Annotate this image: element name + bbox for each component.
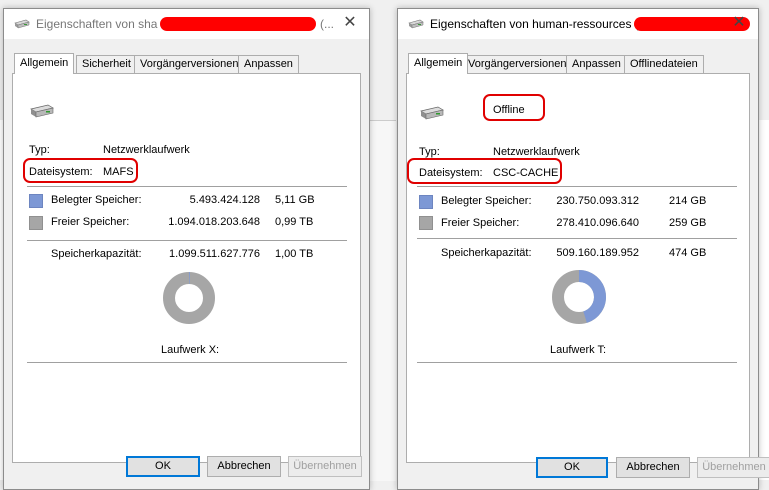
separator xyxy=(27,186,347,187)
window-title: Eigenschaften von sha xyxy=(36,17,157,31)
type-value: Netzwerklaufwerk xyxy=(103,144,190,156)
properties-dialog-left: Eigenschaften von sha (... ✕ Allgemein S… xyxy=(3,8,370,490)
tab-anpassen[interactable]: Anpassen xyxy=(238,55,299,73)
tab-allgemein[interactable]: Allgemein xyxy=(408,53,468,74)
general-panel: Typ: Netzwerklaufwerk Dateisystem: MAFS … xyxy=(12,73,361,463)
background-window-middle xyxy=(368,120,396,481)
drive-letter-label: Laufwerk X: xyxy=(161,344,219,356)
apply-button[interactable]: Übernehmen xyxy=(288,456,362,477)
used-space-bytes: 230.750.093.312 xyxy=(556,195,639,207)
capacity-size: 474 GB xyxy=(669,247,706,259)
separator xyxy=(27,240,347,241)
tab-sicherheit[interactable]: Sicherheit xyxy=(76,55,137,73)
red-annotation xyxy=(483,94,545,121)
used-space-swatch xyxy=(419,195,433,209)
properties-dialog-right: Eigenschaften von human-ressources ( ✕ A… xyxy=(397,8,759,490)
used-space-label: Belegter Speicher: xyxy=(441,195,532,207)
capacity-label: Speicherkapazität: xyxy=(51,248,142,260)
close-icon: ✕ xyxy=(343,14,356,31)
capacity-label: Speicherkapazität: xyxy=(441,247,532,259)
separator xyxy=(417,186,737,187)
free-space-bytes: 1.094.018.203.648 xyxy=(168,216,260,228)
tab-bar: Allgemein Vorgängerversionen Anpassen Of… xyxy=(406,53,750,73)
network-drive-icon xyxy=(14,18,30,30)
free-space-size: 259 GB xyxy=(669,217,706,229)
drive-letter-label: Laufwerk T: xyxy=(550,344,606,356)
general-panel: Offline Typ: Netzwerklaufwerk Dateisyste… xyxy=(406,73,750,463)
apply-button[interactable]: Übernehmen xyxy=(697,457,769,478)
type-label: Typ: xyxy=(29,144,50,156)
ok-button[interactable]: OK xyxy=(126,456,200,477)
separator xyxy=(27,362,347,363)
tab-allgemein[interactable]: Allgemein xyxy=(14,53,74,74)
free-space-label: Freier Speicher: xyxy=(441,217,519,229)
usage-donut-chart xyxy=(161,270,217,326)
capacity-size: 1,00 TB xyxy=(275,248,313,260)
cancel-button[interactable]: Abbrechen xyxy=(207,456,281,477)
used-space-swatch xyxy=(29,194,43,208)
usage-donut-chart xyxy=(550,268,608,326)
window-title: Eigenschaften von human-ressources ( xyxy=(430,17,639,31)
donut-used-arc xyxy=(579,276,600,317)
capacity-bytes: 1.099.511.627.776 xyxy=(169,248,260,260)
close-button[interactable]: ✕ xyxy=(341,14,359,32)
red-annotation xyxy=(407,158,562,184)
tab-anpassen[interactable]: Anpassen xyxy=(566,55,627,73)
capacity-bytes: 509.160.189.952 xyxy=(556,247,639,259)
ok-button[interactable]: OK xyxy=(536,457,608,478)
tab-offlinedateien[interactable]: Offlinedateien xyxy=(624,55,704,73)
used-space-size: 214 GB xyxy=(669,195,706,207)
cancel-button[interactable]: Abbrechen xyxy=(616,457,690,478)
free-space-swatch xyxy=(419,216,433,230)
close-icon: ✕ xyxy=(732,14,745,31)
free-space-bytes: 278.410.096.640 xyxy=(556,217,639,229)
titlebar: Eigenschaften von sha (... ✕ xyxy=(4,9,369,39)
tab-bar: Allgemein Sicherheit Vorgängerversionen … xyxy=(12,53,361,73)
free-space-size: 0,99 TB xyxy=(275,216,313,228)
free-space-label: Freier Speicher: xyxy=(51,216,129,228)
used-space-bytes: 5.493.424.128 xyxy=(190,194,260,206)
redaction-mark xyxy=(160,17,316,31)
tab-vorgaengerversionen[interactable]: Vorgängerversionen xyxy=(134,55,244,73)
network-drive-icon xyxy=(29,102,55,120)
network-drive-icon xyxy=(408,18,424,30)
used-space-size: 5,11 GB xyxy=(275,194,315,206)
titlebar: Eigenschaften von human-ressources ( ✕ xyxy=(398,9,758,39)
free-space-swatch xyxy=(29,216,43,230)
type-label: Typ: xyxy=(419,146,440,158)
close-button[interactable]: ✕ xyxy=(730,14,748,32)
window-title-suffix: (... xyxy=(320,17,334,31)
used-space-label: Belegter Speicher: xyxy=(51,194,142,206)
separator xyxy=(417,238,737,239)
red-annotation xyxy=(23,158,138,183)
separator xyxy=(417,362,737,363)
network-drive-offline-icon xyxy=(419,104,445,122)
background-window-right xyxy=(758,120,769,480)
tab-vorgaengerversionen[interactable]: Vorgängerversionen xyxy=(462,55,572,73)
type-value: Netzwerklaufwerk xyxy=(493,146,580,158)
